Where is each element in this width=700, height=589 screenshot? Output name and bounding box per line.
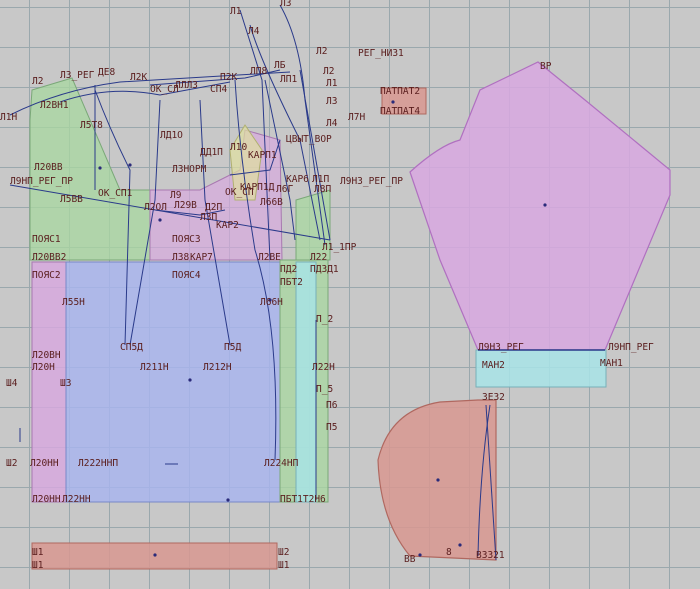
svg-text:Ш2: Ш2 [278,547,289,558]
svg-text:П5Д: П5Д [224,342,241,353]
svg-text:КАРП1: КАРП1 [248,150,277,161]
svg-text:ЛЛЛ3: ЛЛЛ3 [175,80,198,91]
svg-text:ОК_СП1: ОК_СП1 [98,188,133,199]
svg-text:Л20НН: Л20НН [30,458,59,469]
svg-text:ДЕ8: ДЕ8 [98,67,115,78]
svg-text:ПОЯС1: ПОЯС1 [32,234,61,245]
svg-text:Ш1: Ш1 [32,547,44,558]
svg-text:ЛД1О: ЛД1О [160,130,183,141]
svg-text:Л8П: Л8П [314,184,331,195]
svg-text:Л20ВН: Л20ВН [32,350,61,361]
svg-text:Л2ОЛ: Л2ОЛ [144,202,167,213]
svg-text:Л66Н: Л66Н [260,297,283,308]
svg-text:ПОЯС2: ПОЯС2 [32,270,61,281]
svg-text:ВВ: ВВ [404,554,416,565]
svg-text:Л212Н: Л212Н [203,362,232,373]
svg-text:ПОЯС3: ПОЯС3 [172,234,201,245]
svg-text:П_2: П_2 [316,314,333,325]
svg-text:Л222ННП: Л222ННП [78,458,118,469]
svg-text:Л224НП: Л224НП [264,458,299,469]
svg-text:ЛП8: ЛП8 [250,66,267,77]
sleeve-piece[interactable] [409,61,671,351]
svg-text:Л3: Л3 [280,0,291,9]
svg-text:ПБТ2: ПБТ2 [280,277,303,288]
svg-text:Л66В: Л66В [260,197,283,208]
svg-text:П5: П5 [326,422,337,433]
svg-text:ПБТ1Т2Н6: ПБТ1Т2Н6 [280,494,326,505]
svg-text:Л4: Л4 [248,26,260,37]
svg-text:Л3НОРМ: Л3НОРМ [172,164,207,175]
svg-text:Л211Н: Л211Н [140,362,169,373]
svg-text:Л1_1ПР: Л1_1ПР [322,242,357,253]
pattern-drawing[interactable]: Л1 Л3 Л4 Л2 РЕГ_НИЗ1 ПАТПАТ2 ПАТПАТ4 Л2 … [0,0,700,589]
svg-text:Л3_РЕГ: Л3_РЕГ [60,70,95,81]
svg-text:Л9Н3_РЕГ: Л9Н3_РЕГ [478,342,524,353]
svg-text:СП4: СП4 [210,84,227,95]
svg-text:Ш1: Ш1 [278,560,290,571]
svg-text:Л2: Л2 [316,46,327,57]
svg-text:Л22Н: Л22Н [312,362,335,373]
svg-text:ПД2: ПД2 [280,264,297,275]
svg-text:Л3: Л3 [326,96,337,107]
svg-text:РЕГ_НИЗ1: РЕГ_НИЗ1 [358,48,404,59]
svg-text:ЛБ: ЛБ [274,60,286,71]
svg-text:СП5Д: СП5Д [120,342,143,353]
svg-text:КАР2: КАР2 [216,220,239,231]
svg-text:П2К: П2К [220,72,237,83]
svg-text:Л9Н3_РЕГ_ПР: Л9Н3_РЕГ_ПР [340,176,403,187]
svg-text:Л1: Л1 [326,78,338,89]
svg-text:Л2: Л2 [323,66,334,77]
svg-text:МАН2: МАН2 [482,360,505,371]
svg-text:ЦВЫТ_ВОР: ЦВЫТ_ВОР [286,134,332,145]
svg-text:Л1Н: Л1Н [0,112,17,123]
svg-text:Л22: Л22 [310,252,327,263]
svg-text:Л20Н: Л20Н [32,362,55,373]
svg-text:Л6Г: Л6Г [276,184,293,195]
svg-text:ЛЗП: ЛЗП [200,212,217,223]
svg-text:КАРП1Д: КАРП1Д [240,182,275,193]
svg-text:Л9НП_РЕГ: Л9НП_РЕГ [608,342,654,353]
svg-text:ВЗЗ21: ВЗЗ21 [476,550,505,561]
svg-text:Л5ВВ: Л5ВВ [60,194,83,205]
svg-text:8: 8 [446,547,452,558]
svg-text:Л7Н: Л7Н [348,112,365,123]
svg-text:ПОЯС4: ПОЯС4 [172,270,201,281]
svg-text:Л2ВЕ: Л2ВЕ [258,252,281,263]
svg-text:Л20ВВ: Л20ВВ [34,162,63,173]
svg-text:Л5Т8: Л5Т8 [80,120,103,131]
placket-piece[interactable] [295,261,317,503]
svg-text:ПАТПАТ4: ПАТПАТ4 [380,106,420,117]
svg-text:Л9НП_РЕГ_ПР: Л9НП_РЕГ_ПР [10,176,73,187]
svg-text:Л2ВН1: Л2ВН1 [40,100,69,111]
svg-text:Л20ВВ2: Л20ВВ2 [32,252,66,263]
svg-text:Л20НН: Л20НН [32,494,61,505]
svg-text:ПАТПАТ2: ПАТПАТ2 [380,86,420,97]
svg-text:Л4: Л4 [326,118,338,129]
svg-text:ПДЗД1: ПДЗД1 [310,264,339,275]
svg-text:МАН1: МАН1 [600,358,623,369]
svg-text:ЛП1: ЛП1 [280,74,297,85]
svg-text:ЗЕЗ2: ЗЕЗ2 [482,392,505,403]
svg-text:Л2: Л2 [32,76,43,87]
svg-text:Л55Н: Л55Н [62,297,85,308]
svg-text:Ш3: Ш3 [60,378,71,389]
svg-text:Ш1: Ш1 [32,560,44,571]
svg-text:Л29В: Л29В [174,200,197,211]
svg-text:П_5: П_5 [316,384,333,395]
svg-text:Ш4: Ш4 [6,378,18,389]
svg-text:ДД1П: ДД1П [200,147,223,158]
svg-text:Л22НН: Л22НН [62,494,91,505]
svg-text:Л2К: Л2К [130,72,147,83]
svg-text:П6: П6 [326,400,338,411]
svg-text:ВР: ВР [540,61,552,72]
svg-text:КАР7: КАР7 [190,252,213,263]
svg-text:Л1: Л1 [230,6,242,17]
svg-text:Л10: Л10 [230,142,247,153]
svg-text:Ш2: Ш2 [6,458,17,469]
svg-text:Л38: Л38 [172,252,189,263]
